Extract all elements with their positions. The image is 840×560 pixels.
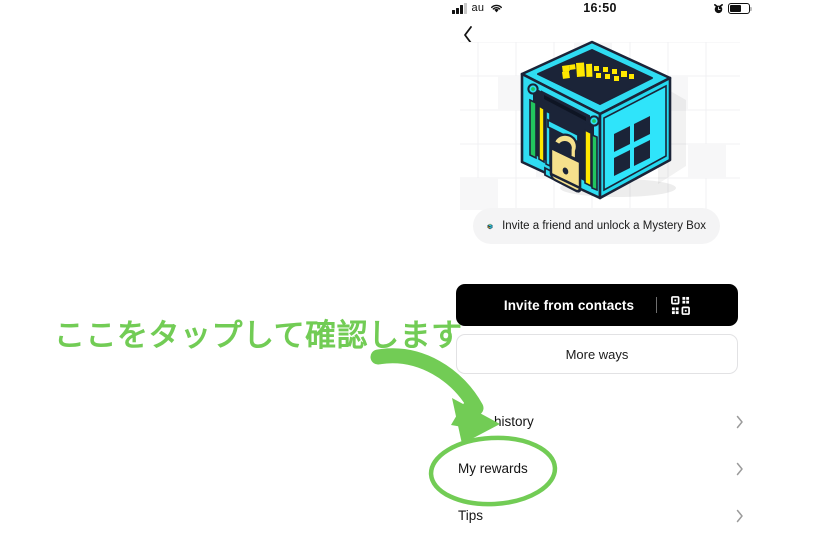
chevron-right-icon [736,509,743,522]
more-ways-button[interactable]: More ways [456,334,738,374]
list-item-label: My rewards [458,461,528,476]
mystery-box-pill: Invite a friend and unlock a Mystery Box [473,208,720,244]
chevron-right-icon [736,462,743,475]
invite-from-contacts-button[interactable]: Invite from contacts [456,284,738,326]
menu-list: Invite history My rewards Tips [440,398,760,539]
button-divider [656,297,658,313]
list-item-my-rewards[interactable]: My rewards [440,445,760,492]
invite-from-contacts-label: Invite from contacts [503,297,635,313]
hero-banner [440,40,760,210]
mystery-box-illustration [520,40,686,200]
mystery-box-icon [487,223,493,229]
more-ways-label: More ways [565,346,629,362]
list-item-invite-history[interactable]: Invite history [440,398,760,445]
battery-icon [728,3,753,14]
list-item-tips[interactable]: Tips [440,492,760,539]
phone-screen: au 16:50 Invite a friend and unlock a My… [440,0,760,560]
list-item-label: Tips [458,508,484,523]
status-bar-right [713,3,753,14]
list-item-label: Invite history [458,414,534,429]
pill-label: Invite a friend and unlock a Mystery Box [502,220,706,232]
status-bar: au 16:50 [440,0,760,20]
annotation-text: ここをタップして確認します [54,318,463,354]
chevron-right-icon [736,415,743,428]
qr-code-icon[interactable] [671,295,691,315]
status-bar-time: 16:50 [583,1,617,15]
alarm-clock-icon [714,4,723,14]
